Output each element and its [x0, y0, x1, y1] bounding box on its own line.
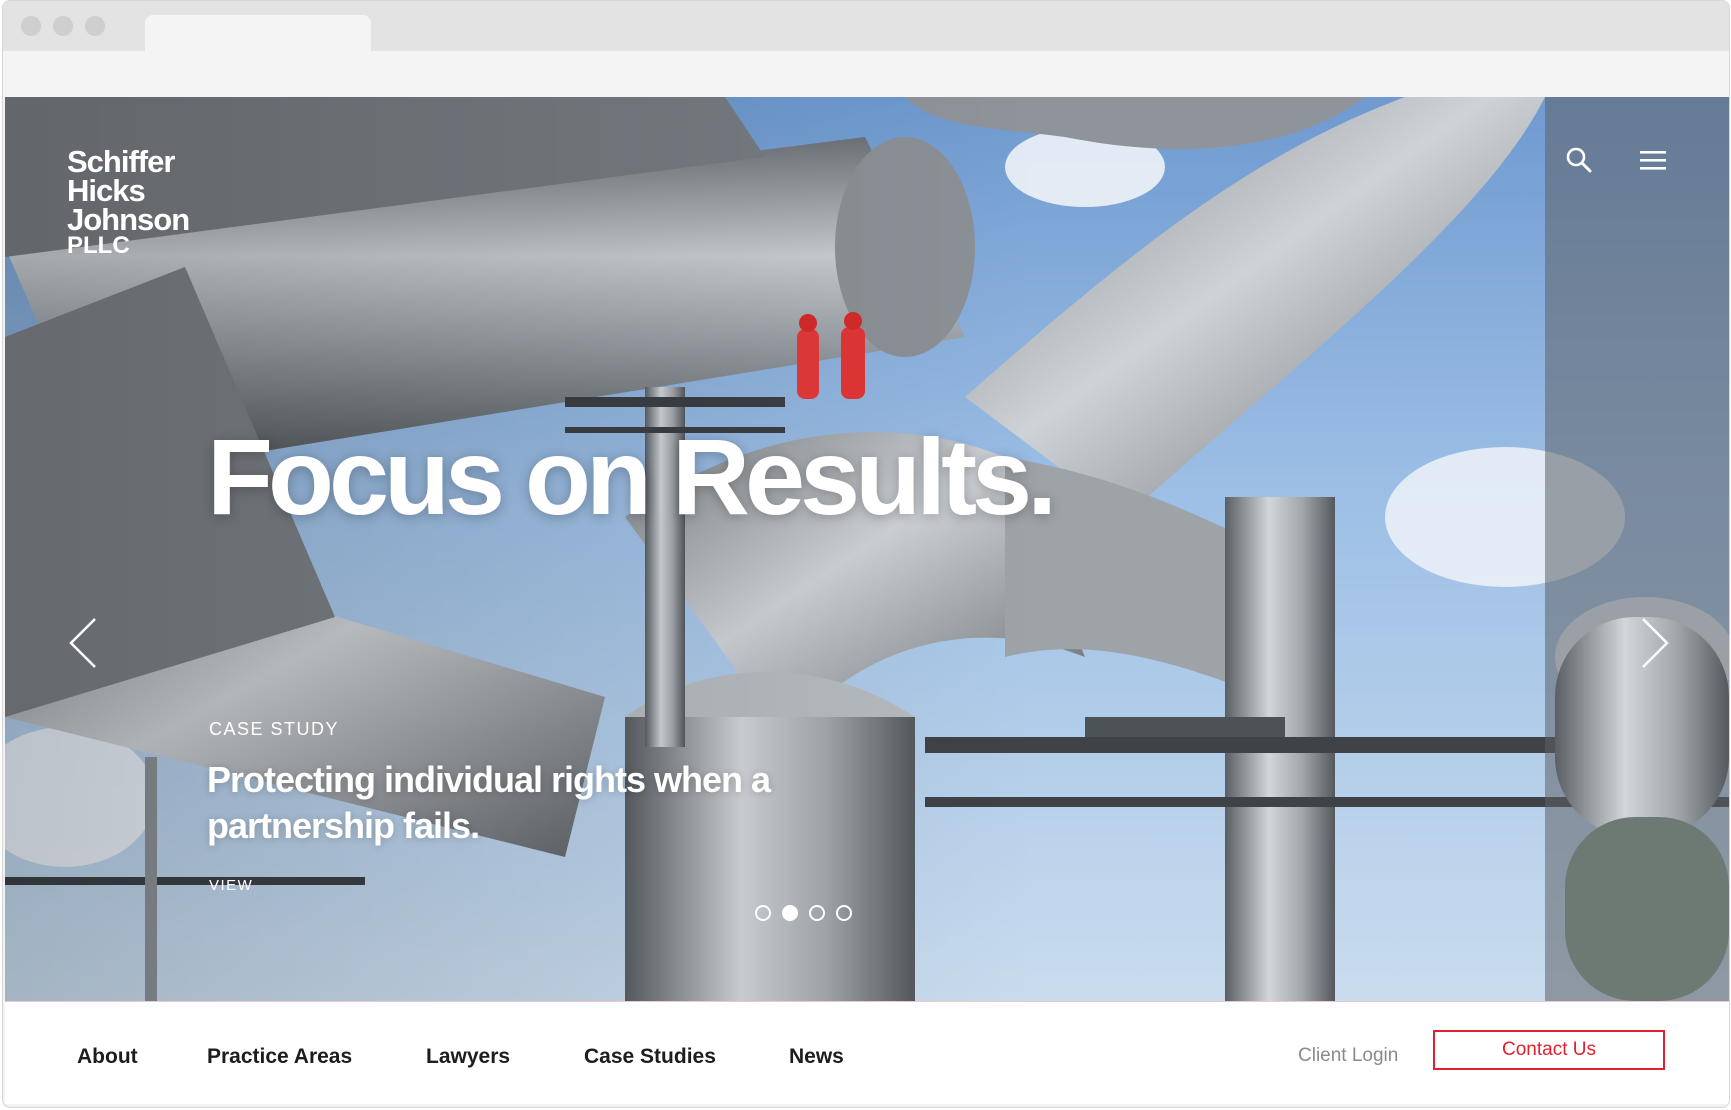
hero-slider: Schiffer Hicks Johnson PLLC Focus on Res… — [5, 97, 1729, 1001]
client-login-link[interactable]: Client Login — [1298, 1045, 1398, 1067]
slide-dot-3[interactable] — [809, 905, 825, 921]
logo-line-johnson: Johnson — [67, 202, 190, 237]
window-close-dot[interactable] — [21, 16, 41, 36]
hamburger-menu-icon[interactable] — [1640, 149, 1666, 171]
case-study-title[interactable]: Protecting individual rights when a part… — [207, 757, 847, 849]
site-logo[interactable]: Schiffer Hicks Johnson PLLC — [67, 144, 190, 259]
chevron-right-icon[interactable] — [1641, 617, 1669, 669]
contact-us-button[interactable]: Contact Us — [1433, 1030, 1665, 1070]
case-study-label: CASE STUDY — [209, 719, 340, 739]
nav-item-about[interactable]: About — [77, 1045, 138, 1069]
nav-item-news[interactable]: News — [789, 1045, 844, 1069]
logo-line-hicks: Hicks — [67, 173, 146, 208]
window-maximize-dot[interactable] — [85, 16, 105, 36]
nav-item-lawyers[interactable]: Lawyers — [426, 1045, 510, 1069]
browser-titlebar — [3, 1, 1729, 51]
nav-item-case-studies[interactable]: Case Studies — [584, 1045, 716, 1069]
chevron-left-icon[interactable] — [69, 617, 97, 669]
slide-dot-1[interactable] — [755, 905, 771, 921]
hero-headline: Focus on Results. — [207, 416, 1057, 537]
slide-dot-4[interactable] — [836, 905, 852, 921]
logo-line-pllc: PLLC — [67, 232, 130, 259]
browser-tab[interactable] — [145, 15, 371, 51]
logo-line-schiffer: Schiffer — [67, 144, 175, 179]
main-navigation: About Practice Areas Lawyers Case Studie… — [5, 1001, 1729, 1104]
search-icon[interactable] — [1566, 147, 1592, 173]
browser-toolbar — [3, 51, 1729, 97]
case-study-view-link[interactable]: VIEW — [209, 877, 253, 894]
hero-overlay — [5, 97, 1729, 1001]
slider-pagination — [755, 905, 852, 921]
window-controls — [21, 16, 105, 36]
nav-item-practice-areas[interactable]: Practice Areas — [207, 1045, 352, 1069]
browser-window: Schiffer Hicks Johnson PLLC Focus on Res… — [2, 0, 1730, 1108]
slide-dot-2[interactable] — [782, 905, 798, 921]
window-minimize-dot[interactable] — [53, 16, 73, 36]
